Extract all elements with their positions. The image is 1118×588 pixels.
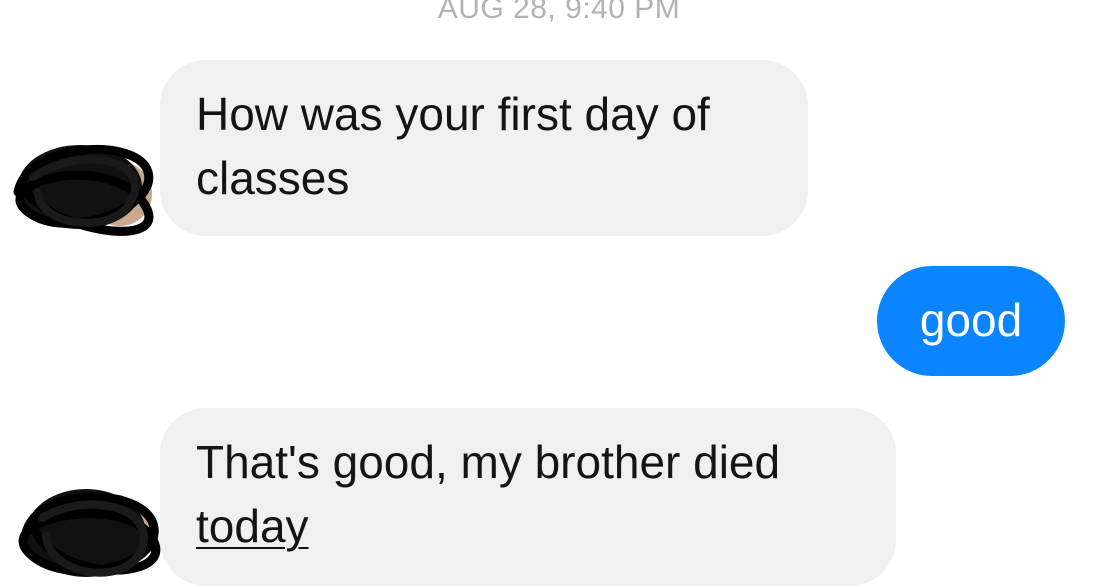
incoming-message-bubble[interactable]: That's good, my brother died today: [160, 408, 896, 586]
outgoing-message-bubble[interactable]: good: [877, 266, 1065, 376]
message-text: good: [919, 294, 1023, 346]
avatar-scribbled[interactable]: [14, 478, 164, 588]
message-text: How was your first day of classes: [196, 88, 710, 204]
message-link-text[interactable]: today: [196, 500, 309, 552]
scribble-redaction-icon: [13, 145, 154, 236]
incoming-message-bubble[interactable]: How was your first day of classes: [160, 60, 808, 236]
avatar-scribbled[interactable]: [8, 132, 158, 242]
message-text: That's good, my brother died: [196, 436, 781, 488]
message-timestamp: AUG 28, 9:40 PM: [437, 0, 681, 25]
scribble-redaction-icon: [18, 489, 161, 577]
